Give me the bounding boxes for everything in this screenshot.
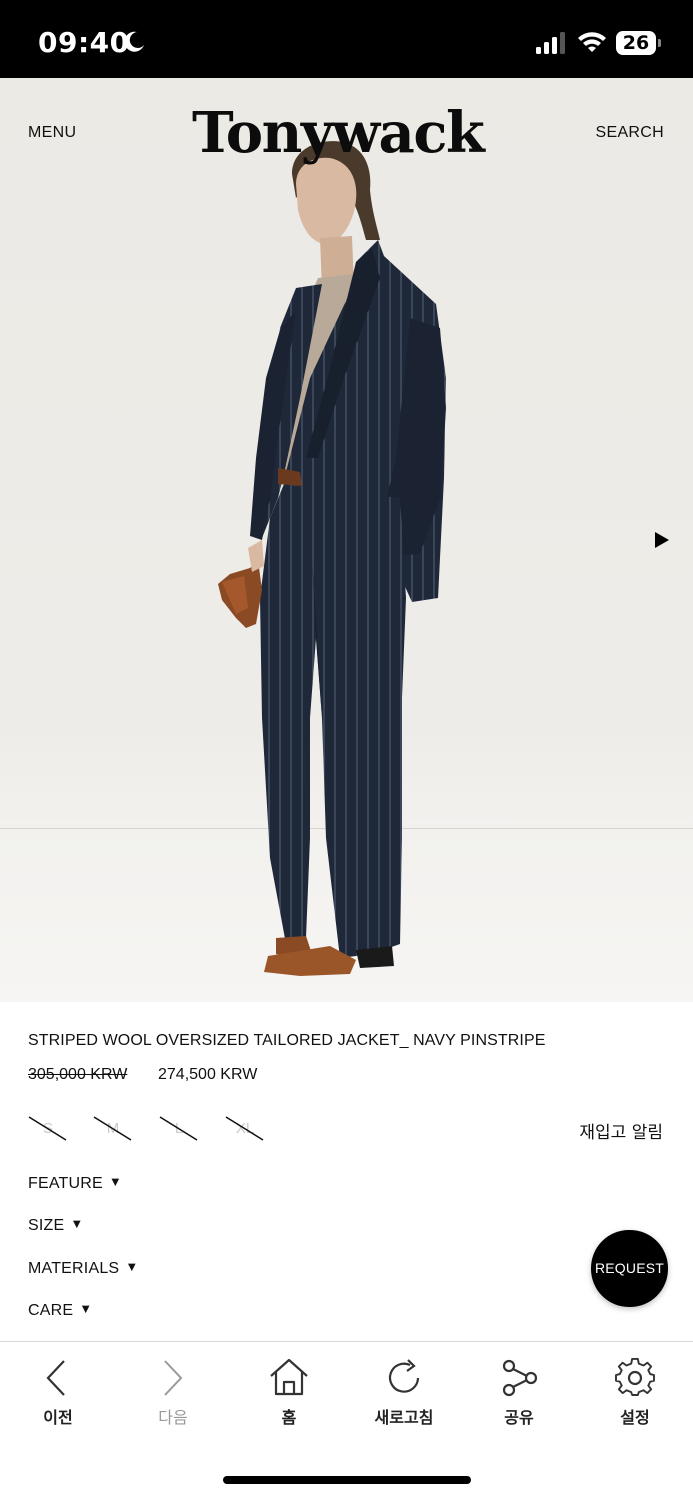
gear-icon: [615, 1358, 655, 1396]
refresh-button[interactable]: 새로고침: [359, 1354, 449, 1434]
home-icon: [270, 1358, 308, 1396]
caret-down-icon: ▼: [79, 1301, 93, 1316]
accordion-feature[interactable]: FEATURE ▼: [28, 1174, 122, 1193]
battery-tip: [658, 39, 661, 47]
home-button[interactable]: 홈: [244, 1354, 334, 1434]
status-bar: 09:40 26: [0, 0, 693, 78]
share-button[interactable]: 공유: [474, 1354, 564, 1434]
next-image-arrow-icon[interactable]: [654, 531, 670, 549]
back-button[interactable]: 이전: [13, 1354, 103, 1434]
size-option-s[interactable]: S: [28, 1114, 68, 1144]
caret-down-icon: ▼: [70, 1216, 84, 1231]
brand-logo[interactable]: Tonywack: [192, 100, 502, 166]
size-option-m[interactable]: M: [93, 1114, 133, 1144]
sale-price: 274,500 KRW: [158, 1066, 258, 1083]
moon-icon: [124, 31, 144, 52]
settings-button[interactable]: 설정: [590, 1354, 680, 1434]
accordion-label: MATERIALS: [28, 1260, 120, 1277]
product-image[interactable]: MENU Tonywack SEARCH: [0, 78, 693, 1002]
sold-out-slash-icon: [93, 1116, 132, 1141]
share-icon: [502, 1359, 538, 1397]
accordion-materials[interactable]: MATERIALS ▼: [28, 1259, 139, 1278]
sold-out-slash-icon: [159, 1116, 198, 1141]
search-link[interactable]: SEARCH: [596, 124, 664, 142]
toolbar-label: 새로고침: [374, 1408, 434, 1427]
sold-out-slash-icon: [225, 1116, 264, 1141]
status-time: 09:40: [38, 26, 130, 59]
back-icon: [46, 1360, 65, 1396]
accordion-size[interactable]: SIZE ▼: [28, 1216, 84, 1235]
home-indicator[interactable]: [223, 1476, 471, 1484]
cellular-signal-icon: [536, 32, 565, 54]
battery-icon: 26: [616, 31, 662, 55]
battery-level: 26: [616, 31, 656, 55]
toolbar-label: 설정: [620, 1408, 650, 1427]
accordion-label: SIZE: [28, 1217, 65, 1234]
forward-icon: [164, 1360, 183, 1396]
product-title: STRIPED WOOL OVERSIZED TAILORED JACKET_ …: [28, 1032, 546, 1049]
accordion-label: FEATURE: [28, 1175, 103, 1192]
size-option-xl[interactable]: XL: [225, 1114, 265, 1144]
model-photo: [218, 141, 446, 976]
accordion-label: CARE: [28, 1302, 74, 1319]
toolbar-label: 홈: [281, 1408, 297, 1427]
toolbar-label: 이전: [43, 1408, 73, 1427]
size-option-l[interactable]: L: [159, 1114, 199, 1144]
caret-down-icon: ▼: [108, 1174, 122, 1189]
restock-alert-link[interactable]: 재입고 알림: [579, 1118, 663, 1143]
wifi-icon: [578, 32, 606, 52]
menu-link[interactable]: MENU: [28, 124, 76, 142]
refresh-icon: [388, 1359, 420, 1393]
accordion-care[interactable]: CARE ▼: [28, 1301, 93, 1320]
forward-button[interactable]: 다음: [128, 1354, 218, 1434]
toolbar-label: 공유: [504, 1408, 534, 1427]
caret-down-icon: ▼: [125, 1259, 139, 1274]
original-price: 305,000 KRW: [28, 1066, 128, 1083]
sold-out-slash-icon: [28, 1116, 67, 1141]
toolbar-label: 다음: [158, 1408, 188, 1427]
request-button[interactable]: REQUEST: [591, 1230, 668, 1307]
